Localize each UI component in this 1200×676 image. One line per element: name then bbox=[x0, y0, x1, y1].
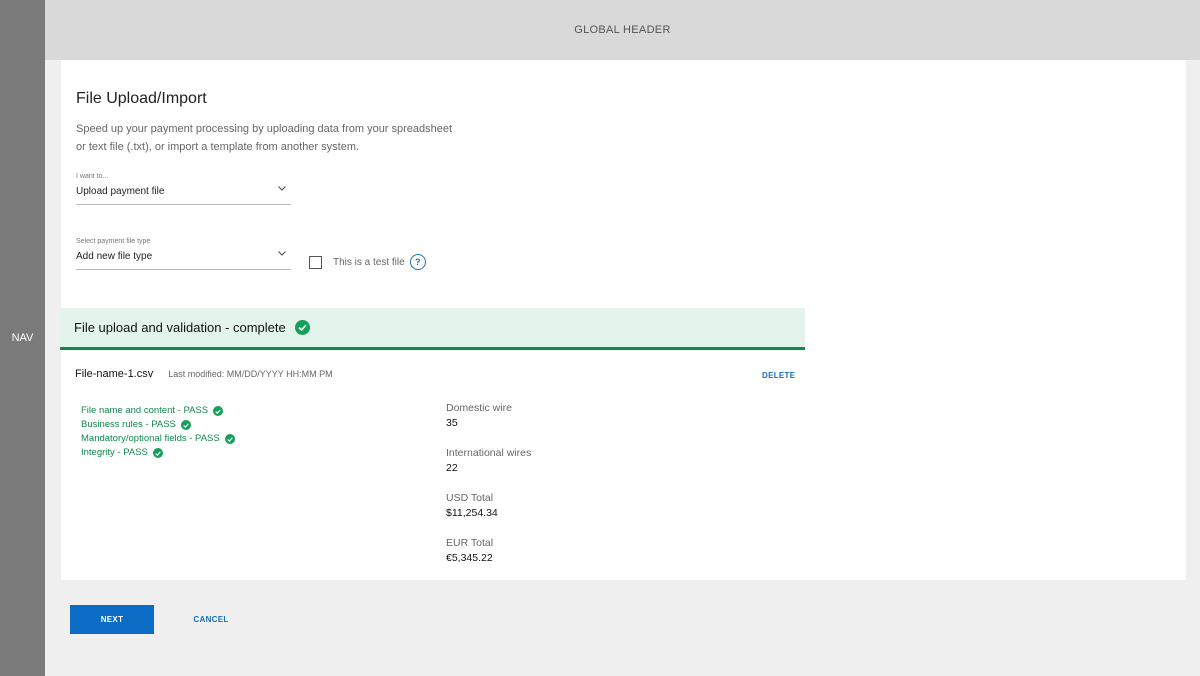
upload-card: File Upload/Import Speed up your payment… bbox=[60, 60, 1186, 582]
stat-eur-total: EUR Total €5,345.22 bbox=[446, 537, 531, 582]
question-icon[interactable]: ? bbox=[409, 254, 426, 270]
i-want-to-select[interactable]: Upload payment file bbox=[76, 178, 291, 205]
check-circle-icon bbox=[213, 406, 224, 416]
test-file-label: This is a test file bbox=[333, 256, 405, 268]
check-label: File name and content - PASS bbox=[81, 405, 209, 416]
check-item: File name and content - PASS bbox=[81, 404, 235, 418]
validation-banner: File upload and validation - complete bbox=[60, 308, 805, 350]
check-item: Integrity - PASS bbox=[81, 446, 235, 460]
test-file-checkbox[interactable] bbox=[309, 255, 322, 269]
file-row: File-name-1.csv Last modified: MM/DD/YYY… bbox=[75, 368, 333, 380]
stat-label: USD Total bbox=[446, 492, 494, 504]
file-modified: Last modified: MM/DD/YYYY HH:MM PM bbox=[168, 369, 333, 379]
nav-sidebar[interactable]: NAV bbox=[0, 0, 45, 676]
cancel-button[interactable]: CANCEL bbox=[187, 605, 235, 634]
stat-domestic-wire: Domestic wire 35 bbox=[446, 402, 531, 447]
check-circle-icon bbox=[294, 320, 310, 335]
stat-usd-total: USD Total $11,254.34 bbox=[446, 492, 531, 537]
banner-title: File upload and validation - complete bbox=[74, 320, 286, 335]
global-header: GLOBAL HEADER bbox=[45, 0, 1200, 60]
stat-label: EUR Total bbox=[446, 537, 494, 549]
chevron-down-icon bbox=[278, 185, 286, 193]
i-want-to-value: Upload payment file bbox=[76, 185, 165, 197]
global-header-label: GLOBAL HEADER bbox=[574, 24, 671, 36]
nav-label: NAV bbox=[11, 332, 34, 344]
stat-label: International wires bbox=[446, 447, 532, 459]
check-circle-icon bbox=[224, 434, 235, 444]
file-stats: Domestic wire 35 International wires 22 … bbox=[446, 402, 531, 582]
check-label: Mandatory/optional fields - PASS bbox=[81, 433, 220, 444]
file-name: File-name-1.csv bbox=[75, 368, 154, 380]
page-title: File Upload/Import bbox=[76, 90, 207, 107]
file-type-select[interactable]: Add new file type bbox=[76, 243, 291, 270]
next-button[interactable]: NEXT bbox=[70, 605, 154, 634]
page-subtitle: Speed up your payment processing by uplo… bbox=[76, 123, 453, 153]
check-circle-icon bbox=[180, 420, 191, 430]
file-type-value: Add new file type bbox=[76, 250, 153, 262]
stat-value: €5,345.22 bbox=[446, 552, 493, 564]
check-item: Business rules - PASS bbox=[81, 418, 235, 432]
stat-value: 35 bbox=[446, 417, 458, 429]
stat-value: 22 bbox=[446, 462, 458, 474]
check-item: Mandatory/optional fields - PASS bbox=[81, 432, 235, 446]
delete-button[interactable]: DELETE bbox=[762, 371, 795, 380]
check-label: Integrity - PASS bbox=[81, 447, 148, 458]
test-file-row: This is a test file ? bbox=[309, 254, 426, 270]
check-circle-icon bbox=[152, 448, 163, 458]
validation-checks: File name and content - PASS Business ru… bbox=[81, 404, 235, 460]
stat-label: Domestic wire bbox=[446, 402, 512, 414]
stat-value: $11,254.34 bbox=[446, 507, 498, 519]
check-label: Business rules - PASS bbox=[81, 419, 176, 430]
stat-international-wires: International wires 22 bbox=[446, 447, 531, 492]
chevron-down-icon bbox=[278, 250, 286, 258]
